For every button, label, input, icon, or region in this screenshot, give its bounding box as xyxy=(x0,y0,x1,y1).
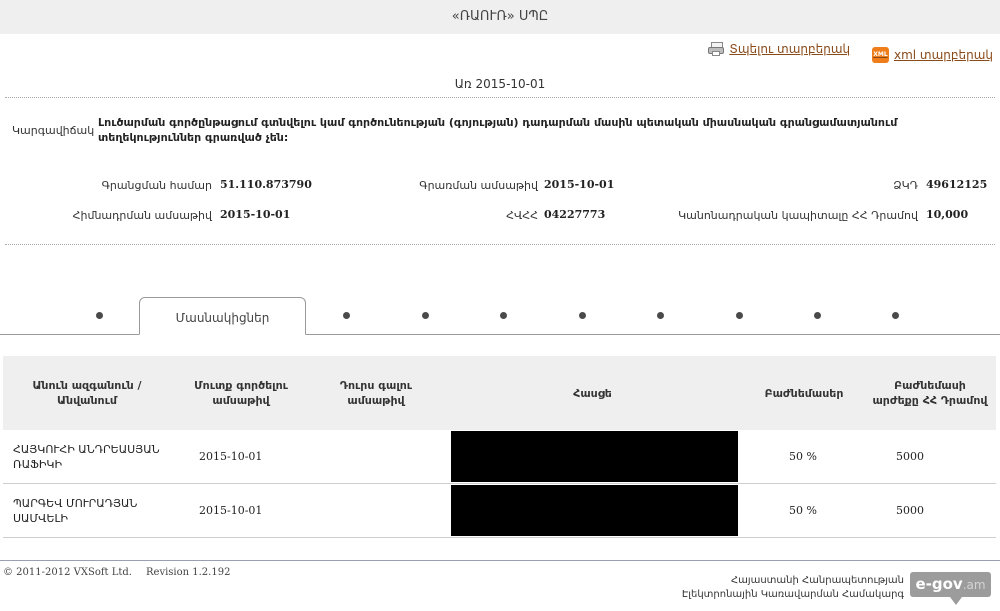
footer-divider xyxy=(0,560,1000,561)
tab-dot[interactable] xyxy=(657,312,664,319)
share-percent: 50 % xyxy=(744,483,864,538)
record-date-label: Գրառման ամսաթիվ xyxy=(419,179,538,192)
column-header-name: Անուն ազգանուն / Անվանում xyxy=(3,356,171,430)
charter-capital-value: 10,000 xyxy=(926,208,969,221)
exit-date xyxy=(311,430,441,484)
registration-number-value: 51.110.873790 xyxy=(220,178,312,191)
copyright: © 2011-2012 VXSoft Ltd. xyxy=(3,567,132,578)
status-label: Կարգավիճակ xyxy=(12,124,95,137)
participants-table: Անուն ազգանուն / Անվանում Մուտք գործելու… xyxy=(3,356,996,538)
tin-value: 04227773 xyxy=(544,208,606,221)
divider xyxy=(5,97,995,98)
participant-name: ՊԱՐԳԵՎ ՄՈՒՐԱԴՅԱՆ ՍԱՄՎԵԼԻ xyxy=(3,483,171,538)
as-of-date: Առ 2015-10-01 xyxy=(454,77,546,91)
share-percent: 50 % xyxy=(744,430,864,484)
column-header-entry-date: Մուտք գործելու ամսաթիվ xyxy=(171,356,311,430)
entry-date: 2015-10-01 xyxy=(171,483,311,538)
egov-logo-suffix: .am xyxy=(962,578,986,592)
xml-version-label: xml տարբերակ xyxy=(893,48,993,62)
tab-dot[interactable] xyxy=(343,312,350,319)
table-row: ՀԱՅԿՈՒՀԻ ԱՆԴՐԵԱՍՅԱՆ ՌԱՖԻԿԻ 2015-10-01 50… xyxy=(3,430,996,484)
table-row: ՊԱՐԳԵՎ ՄՈՒՐԱԴՅԱՆ ՍԱՄՎԵԼԻ 2015-10-01 50 %… xyxy=(3,483,996,538)
tab-participants[interactable]: Մասնակիցներ xyxy=(139,297,306,335)
redacted-address xyxy=(451,431,738,482)
entry-date: 2015-10-01 xyxy=(171,430,311,484)
export-links: Տպելու տարբերակ XML xml տարբերակ xyxy=(690,42,993,63)
zkd-value: 49612125 xyxy=(926,178,988,191)
record-date-value: 2015-10-01 xyxy=(544,178,615,191)
tab-participants-label: Մասնակիցներ xyxy=(175,311,270,325)
column-header-share-value: Բաժնեմասի արժեքը ՀՀ Դրամով xyxy=(864,356,996,430)
xml-version-link[interactable]: XML xml տարբերակ xyxy=(871,47,993,63)
tab-dot[interactable] xyxy=(814,312,821,319)
agency-name-line1: Հայաստանի Հանրապետության xyxy=(730,575,904,586)
tab-dot[interactable] xyxy=(500,312,507,319)
registration-number-label: Գրանցման համար xyxy=(101,179,212,192)
table-header-row: Անուն ազգանուն / Անվանում Մուտք գործելու… xyxy=(3,356,996,430)
page-title: «ՌԱՈՒՌ» ՍՊԸ xyxy=(451,9,549,24)
tab-dot[interactable] xyxy=(736,312,743,319)
xml-file-icon: XML xyxy=(871,47,889,63)
divider xyxy=(5,244,995,245)
tab-dot[interactable] xyxy=(96,312,103,319)
agency-name-line2: Էլեկտրոնային Կառավարման Համակարգ xyxy=(681,589,904,600)
column-header-share: Բաժնեմասեր xyxy=(744,356,864,430)
participant-name: ՀԱՅԿՈՒՀԻ ԱՆԴՐԵԱՍՅԱՆ ՌԱՖԻԿԻ xyxy=(3,430,171,484)
tab-dot[interactable] xyxy=(422,312,429,319)
agency-name: Հայաստանի Հանրապետության Էլեկտրոնային Կա… xyxy=(682,574,904,602)
share-value: 5000 xyxy=(864,483,996,538)
page-title-bar: «ՌԱՈՒՌ» ՍՊԸ xyxy=(0,0,1000,34)
address-cell xyxy=(441,483,744,538)
tin-label: ՀՎՀՀ xyxy=(506,209,538,222)
address-cell xyxy=(441,430,744,484)
share-value: 5000 xyxy=(864,430,996,484)
revision-number: Revision 1.2.192 xyxy=(146,567,231,578)
print-version-label: Տպելու տարբերակ xyxy=(729,42,851,56)
zkd-label: ՁԿԴ xyxy=(893,179,918,192)
tab-dot[interactable] xyxy=(579,312,586,319)
column-header-address: Հասցե xyxy=(441,356,744,430)
egov-logo-main: e-gov xyxy=(915,575,963,593)
status-text: Լուծարման գործընթացում գտնվելու կամ գործ… xyxy=(98,116,898,144)
exit-date xyxy=(311,483,441,538)
column-header-exit-date: Դուրս գալու ամսաթիվ xyxy=(311,356,441,430)
print-version-link[interactable]: Տպելու տարբերակ xyxy=(708,42,850,56)
charter-capital-label: Կանոնադրական կապիտալը ՀՀ Դրամով xyxy=(678,209,918,222)
printer-icon xyxy=(708,42,725,56)
egov-logo[interactable]: e-gov.am xyxy=(910,572,991,605)
founding-date-value: 2015-10-01 xyxy=(220,208,291,221)
founding-date-label: Հիմնադրման ամսաթիվ xyxy=(72,209,212,222)
tab-dot[interactable] xyxy=(892,312,899,319)
redacted-address xyxy=(451,485,738,536)
speech-tail-icon xyxy=(950,597,962,605)
